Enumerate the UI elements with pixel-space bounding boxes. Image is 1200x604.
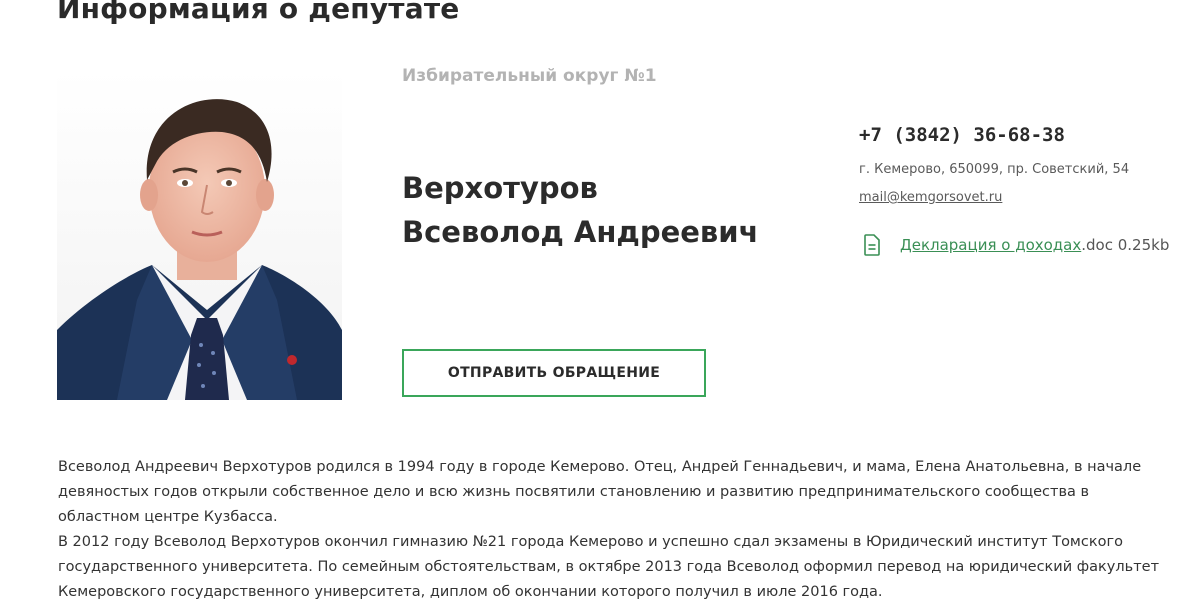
address: г. Кемерово, 650099, пр. Советский, 54: [859, 162, 1130, 177]
declaration-file-meta: .doc 0.25kb: [1081, 236, 1170, 254]
deputy-photo: [57, 70, 342, 400]
deputy-surname: Верхотуров: [402, 171, 598, 205]
electoral-district: Избирательный округ №1: [402, 66, 657, 86]
email-link[interactable]: mail@kemgorsovet.ru: [859, 190, 1002, 205]
biography: Всеволод Андреевич Верхотуров родился в …: [58, 455, 1168, 604]
deputy-info-page: Информация о депутате Избирательный окру…: [0, 0, 1200, 604]
income-declaration: Декларация о доходах .doc 0.25kb: [864, 234, 1169, 256]
bio-paragraph-2: В 2012 году Всеволод Верхотуров окончил …: [58, 534, 1160, 600]
send-appeal-button[interactable]: ОТПРАВИТЬ ОБРАЩЕНИЕ: [402, 349, 706, 397]
deputy-name: Верхотуров Всеволод Андреевич: [402, 166, 759, 254]
declaration-link[interactable]: Декларация о доходах: [900, 236, 1081, 254]
bio-paragraph-1: Всеволод Андреевич Верхотуров родился в …: [58, 459, 1142, 525]
deputy-given-names: Всеволод Андреевич: [402, 215, 759, 249]
phone-number[interactable]: +7 (3842) 36-68-38: [859, 124, 1189, 146]
contacts-block: +7 (3842) 36-68-38 г. Кемерово, 650099, …: [859, 124, 1189, 205]
document-icon: [864, 234, 880, 256]
page-title: Информация о депутате: [57, 0, 460, 25]
